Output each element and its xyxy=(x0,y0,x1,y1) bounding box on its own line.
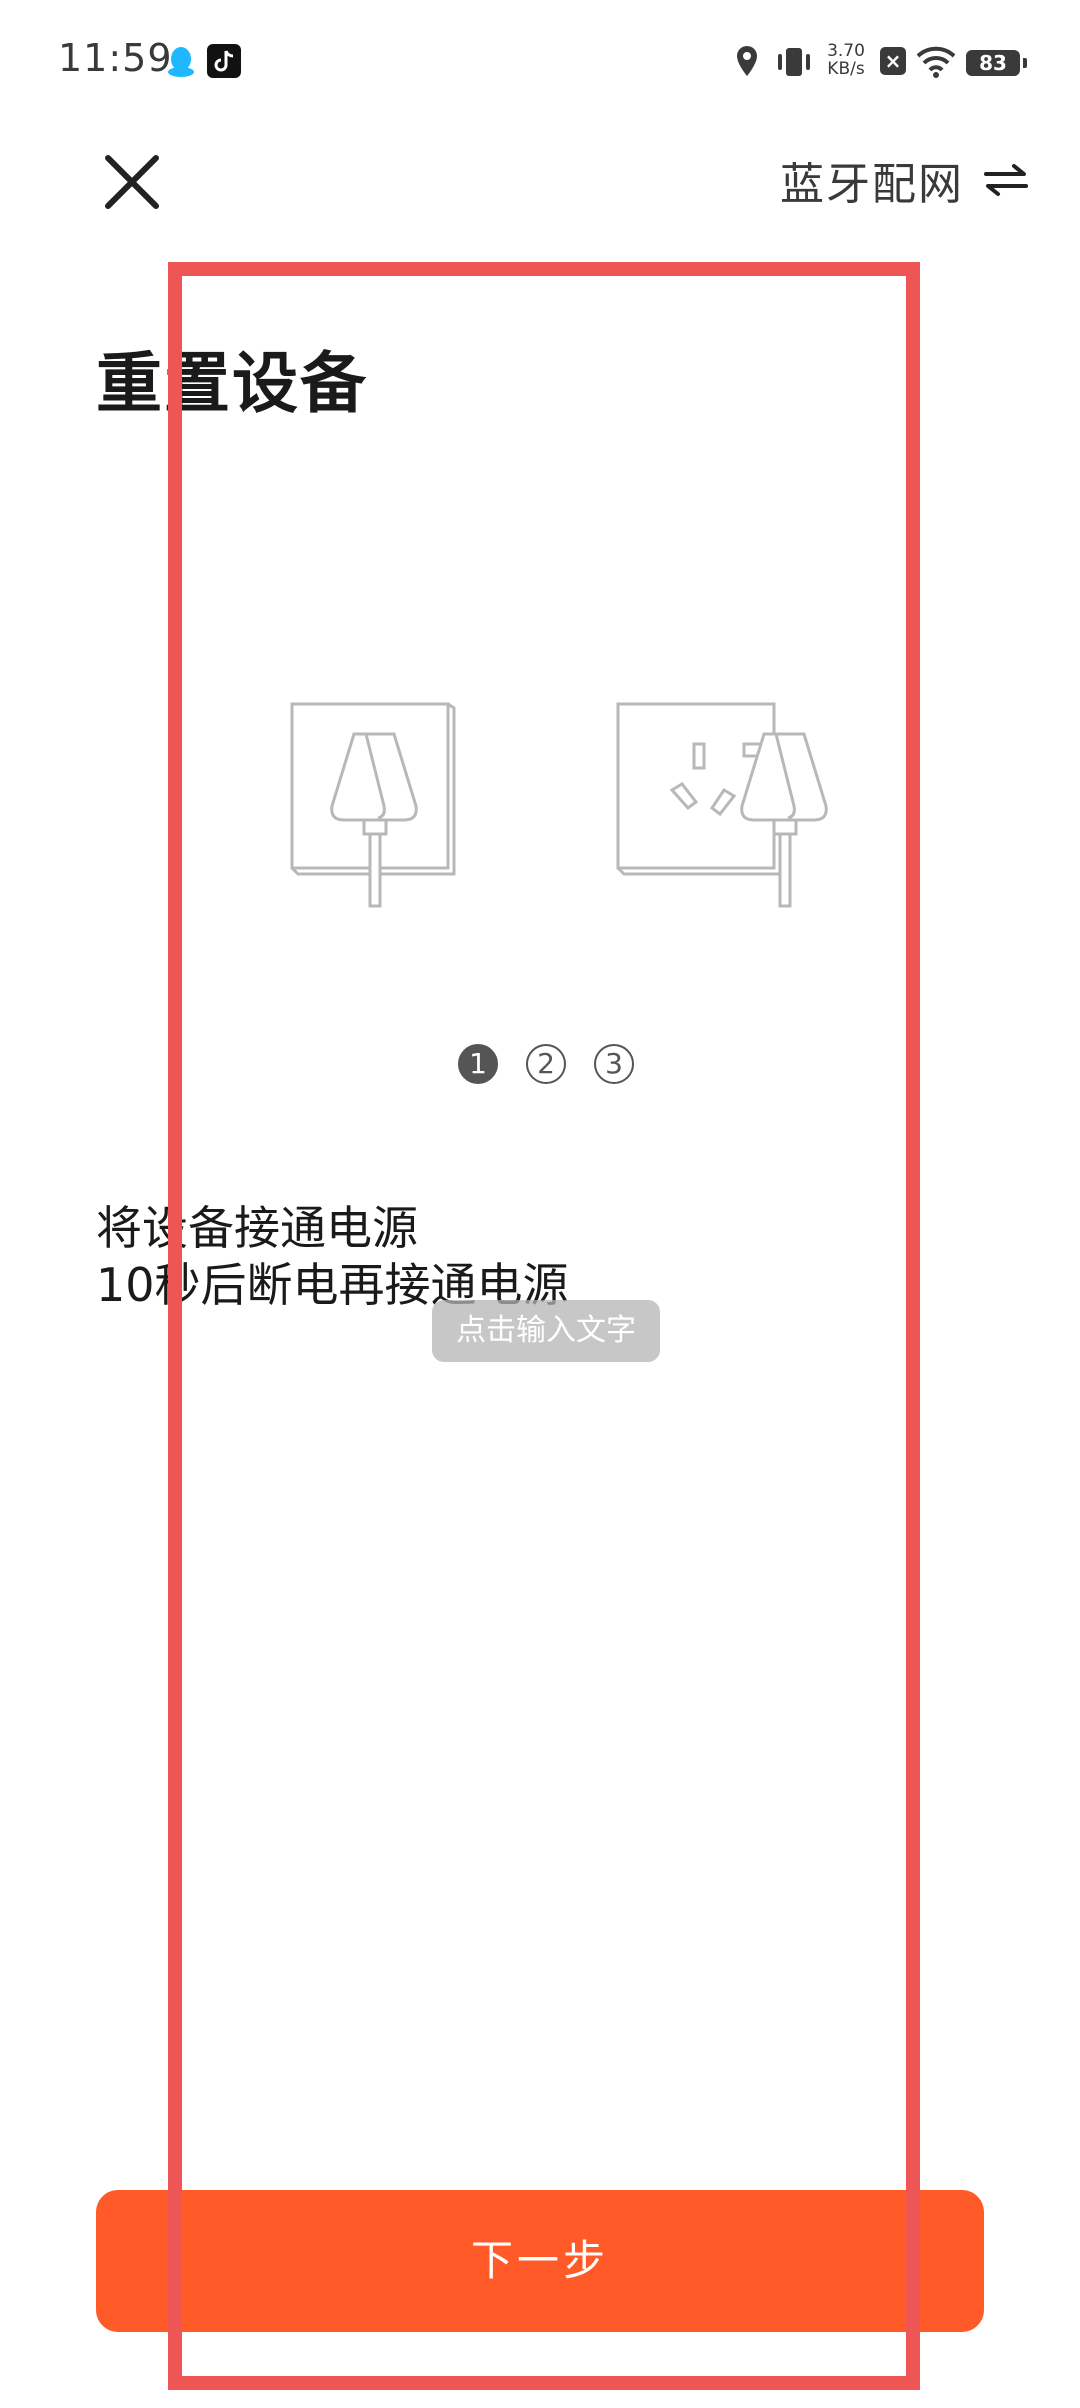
next-button[interactable]: 下一步 xyxy=(96,2190,984,2332)
step-1: 1 xyxy=(458,1044,498,1084)
net-speed: 3.70 KB/s xyxy=(822,42,870,78)
bluetooth-pairing-button[interactable]: 蓝牙配网 xyxy=(780,148,1030,212)
step-2: 2 xyxy=(526,1044,566,1084)
instruction-line-1: 将设备接通电源 xyxy=(96,1201,418,1255)
wifi-icon xyxy=(916,46,956,78)
status-time: 11:59 xyxy=(58,36,173,80)
text-input-hint[interactable]: 点击输入文字 xyxy=(432,1300,660,1362)
bluetooth-pairing-label: 蓝牙配网 xyxy=(780,159,964,210)
battery-icon: 83 xyxy=(966,50,1027,76)
tiktok-icon xyxy=(207,44,241,78)
unplug-outlet-icon xyxy=(616,702,828,908)
page-title: 重置设备 xyxy=(96,345,368,422)
vibrate-icon xyxy=(778,48,810,76)
location-icon xyxy=(737,46,757,76)
instructions: 将设备接通电源 10秒后断电再接通电源 xyxy=(96,1200,569,1314)
sim-x-icon: × xyxy=(880,47,906,75)
close-icon[interactable] xyxy=(100,150,164,214)
plug-in-outlet-icon xyxy=(290,702,456,908)
step-indicator: 1 2 3 xyxy=(458,1044,634,1084)
swap-icon xyxy=(984,164,1028,196)
qq-icon xyxy=(168,47,194,77)
step-3: 3 xyxy=(594,1044,634,1084)
net-speed-value: 3.70 xyxy=(827,41,865,61)
net-speed-unit: KB/s xyxy=(827,59,865,79)
